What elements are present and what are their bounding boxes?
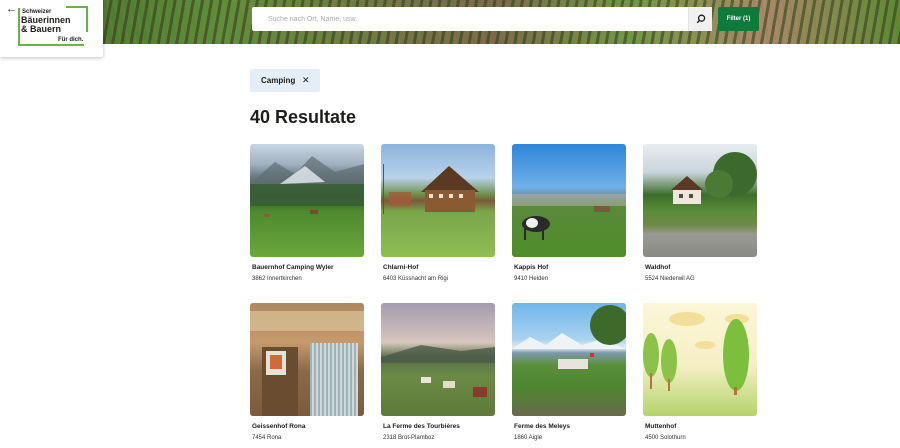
card-location: 1860 Aigle xyxy=(514,435,543,441)
card-image[interactable] xyxy=(643,303,757,416)
card-location: 5524 Niederwil AG xyxy=(645,276,695,282)
logo-title: Bäuerinnen & Bauern xyxy=(21,16,91,34)
card-location: 3862 Innertkirchen xyxy=(252,276,302,282)
card-title[interactable]: Geissenhof Rona xyxy=(252,423,305,430)
card-location: 6403 Küssnacht am Rigi xyxy=(383,276,449,282)
filter-chip-label: Camping xyxy=(261,76,296,85)
card-location: 4500 Solothurn xyxy=(645,435,686,441)
card-location: 7454 Rona xyxy=(252,435,282,441)
card-title[interactable]: Waldhof xyxy=(645,264,670,271)
arrow-left-icon[interactable]: ← xyxy=(6,4,17,15)
search-icon xyxy=(696,14,705,24)
card-image[interactable] xyxy=(643,144,757,257)
search-bar xyxy=(252,7,712,31)
header-banner: Filter (1) xyxy=(0,0,900,44)
card-title[interactable]: Chlarni-Hof xyxy=(383,264,418,271)
card-image[interactable] xyxy=(381,144,495,257)
logo[interactable]: ← Schweizer Bäuerinnen & Bauern Für dich… xyxy=(0,0,103,57)
search-button[interactable] xyxy=(688,7,712,31)
results-grid: Bauernhof Camping Wyler 3862 Innertkirch… xyxy=(250,144,760,448)
card-title[interactable]: Ferme des Meleys xyxy=(514,423,570,430)
card-location: 9410 Heiden xyxy=(514,276,549,282)
card-image[interactable] xyxy=(250,144,364,257)
search-input[interactable] xyxy=(252,7,688,31)
close-icon[interactable]: ✕ xyxy=(302,74,310,86)
card-image[interactable] xyxy=(512,303,626,416)
card-image[interactable] xyxy=(512,144,626,257)
card-title[interactable]: Muttenhof xyxy=(645,423,676,430)
card-title[interactable]: Kappis Hof xyxy=(514,264,548,271)
logo-tagline: Für dich. xyxy=(58,37,84,43)
card-image[interactable] xyxy=(250,303,364,416)
filter-chip-camping: Camping ✕ xyxy=(250,69,320,92)
results-title: 40 Resultate xyxy=(250,107,357,127)
card-title[interactable]: La Ferme des Tourbières xyxy=(383,423,460,430)
card-image[interactable] xyxy=(381,303,495,416)
card-title[interactable]: Bauernhof Camping Wyler xyxy=(252,264,334,271)
filter-button[interactable]: Filter (1) xyxy=(718,7,759,31)
card-location: 2318 Brot-Plamboz xyxy=(383,435,435,441)
logo-line3: & Bauern xyxy=(21,24,62,34)
